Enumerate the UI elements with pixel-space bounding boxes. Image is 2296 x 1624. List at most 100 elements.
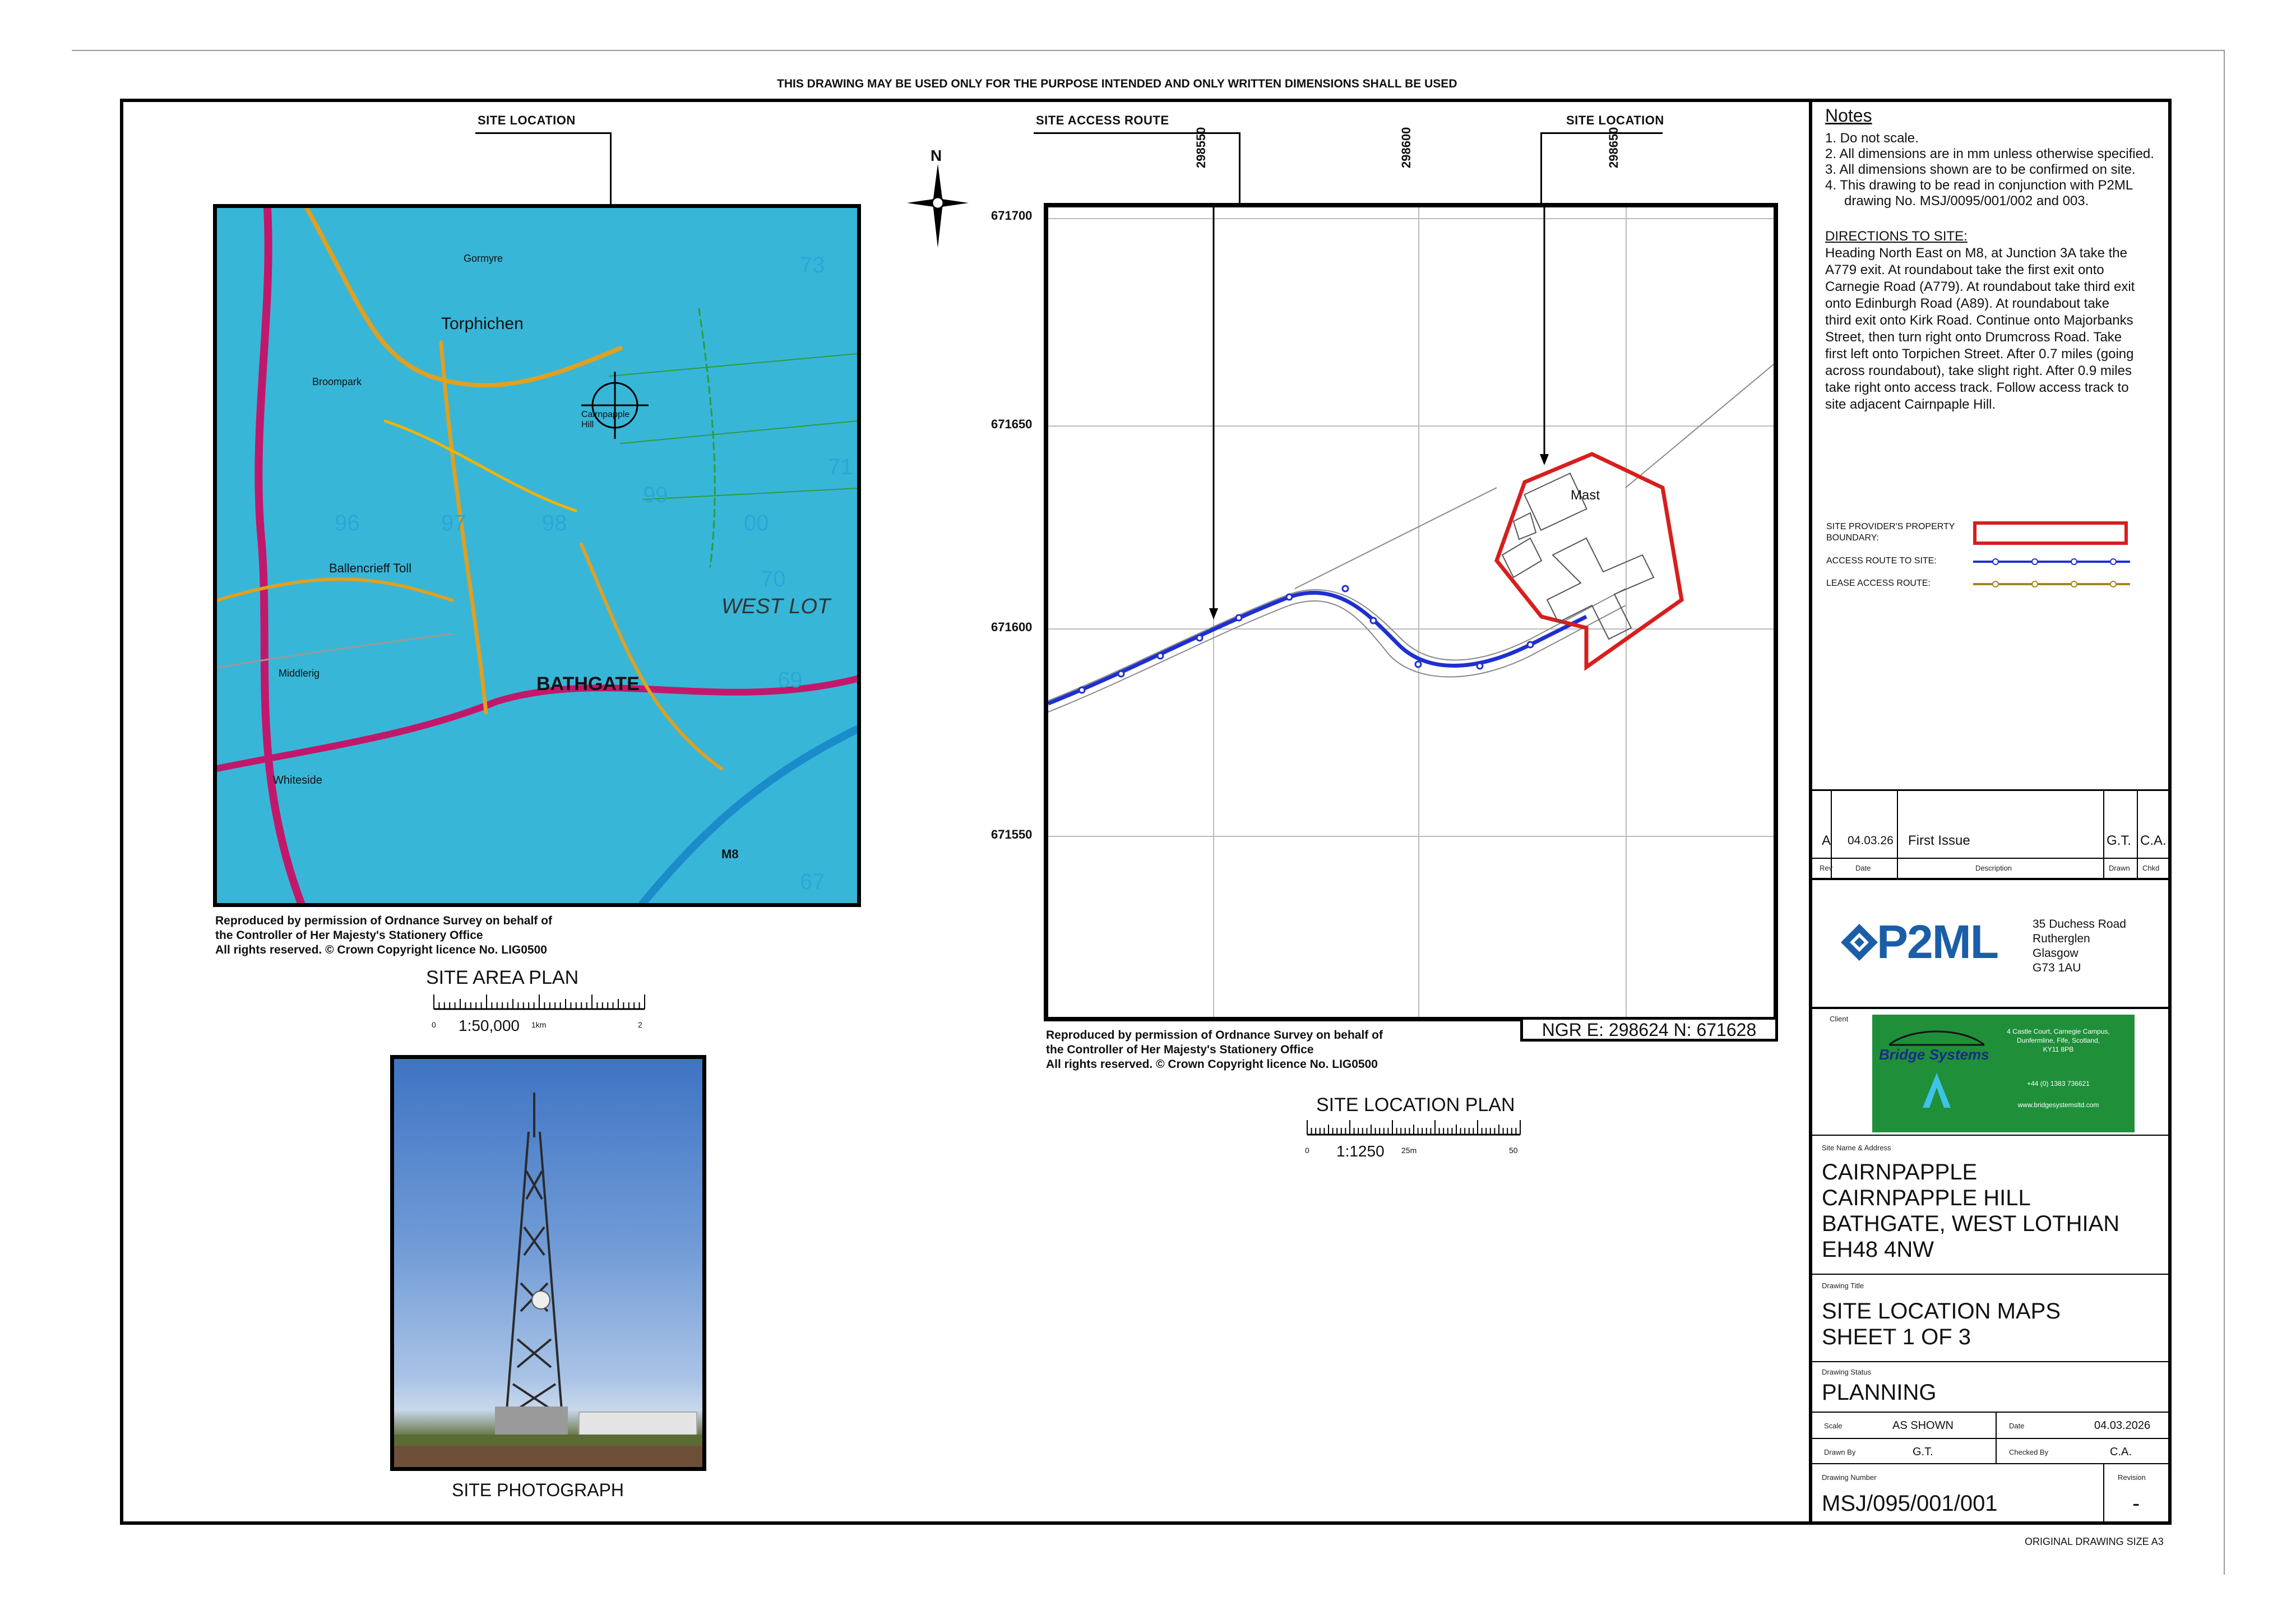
map-label-broompark: Broompark <box>312 376 362 387</box>
legend-boundary-swatch <box>1973 521 2128 545</box>
location-scale-tick-50: 50 <box>1509 1146 1518 1155</box>
location-copyright: Reproduced by permission of Ordnance Sur… <box>1046 1028 1383 1072</box>
scale-label: Scale <box>1824 1422 1843 1430</box>
client-phone: +44 (0) 1383 736621 <box>2027 1080 2090 1088</box>
site-leader-arrow <box>1540 454 1549 465</box>
northing-671550: 671550 <box>991 827 1033 841</box>
status-divider <box>1811 1412 2172 1413</box>
map-label-whiteside: Whiteside <box>273 774 322 786</box>
site-address: CAIRNPAPPLE CAIRNPAPPLE HILL BATHGATE, W… <box>1822 1159 2119 1262</box>
bridge-icon <box>1889 1030 1984 1046</box>
legend-lease-swatch <box>1973 581 2130 587</box>
rev-col-3 <box>2103 789 2104 879</box>
note-2: 2. All dimensions are in mm unless other… <box>1825 146 2154 161</box>
client-label: Client <box>1830 1015 1849 1023</box>
easting-298650: 298650 <box>1607 127 1621 168</box>
company-address-line-2: Rutherglen <box>2033 932 2090 945</box>
ngr-box: NGR E: 298624 N: 671628 <box>1520 1017 1778 1042</box>
legend-access-label: ACCESS ROUTE TO SITE: <box>1826 556 1937 566</box>
rev-value: A <box>1822 833 1831 848</box>
area-scale-ratio: 1:50,000 <box>459 1017 520 1034</box>
drawn-by-value: G.T. <box>1913 1446 1933 1458</box>
site-callout-label: SITE LOCATION <box>1566 113 1664 127</box>
mast-label: Mast <box>1571 488 1600 503</box>
site-line-3: BATHGATE, WEST LOTHIAN <box>1822 1211 2120 1236</box>
road-bishopbrae <box>383 419 577 512</box>
number-col-divider <box>2103 1463 2104 1525</box>
rev-drawn-header: Drawn <box>2109 864 2130 872</box>
map-label-gormyre: Gormyre <box>464 253 503 264</box>
drawing-title-line-2: SHEET 1 OF 3 <box>1822 1325 1971 1349</box>
date-label: Date <box>2009 1422 2025 1430</box>
area-copyright-line-2: the Controller of Her Majesty's Statione… <box>215 929 483 942</box>
title-divider <box>1811 1361 2172 1362</box>
site-location-plan-map: Mast <box>1044 203 1778 1021</box>
date-value: 04.03.2026 <box>2094 1419 2151 1432</box>
os-map-50000: Torphichen BATHGATE WEST LOT Cairnpapple… <box>213 204 861 907</box>
mast-illustration <box>394 1093 702 1467</box>
grid-67: 67 <box>800 869 825 894</box>
track-edges <box>1048 364 1774 712</box>
map-label-cairnpapple: Cairnpapple Hill <box>581 410 630 429</box>
northing-671600: 671600 <box>991 620 1033 634</box>
revision-value: - <box>2132 1491 2140 1516</box>
scale-value: AS SHOWN <box>1892 1419 1954 1432</box>
legend-boundary-label: SITE PROVIDER'S PROPERTY BOUNDARY: <box>1826 522 1955 543</box>
easting-298550: 298550 <box>1194 127 1208 168</box>
rev-header: Rev <box>1820 864 1833 872</box>
rev-date-value: 04.03.26 <box>1848 834 1894 847</box>
grid-69: 69 <box>777 668 803 692</box>
revision-label: Revision <box>2118 1473 2146 1482</box>
company-address-line-3: Glasgow <box>2033 947 2079 960</box>
grid-71: 71 <box>828 455 853 479</box>
note-4: 4. This drawing to be read in conjunctio… <box>1825 178 2133 209</box>
map-label-west-lothian: WEST LOT <box>721 595 831 618</box>
disclaimer: THIS DRAWING MAY BE USED ONLY FOR THE PU… <box>777 77 1457 90</box>
location-scale-bar <box>1307 1120 1521 1136</box>
drawing-status-label: Drawing Status <box>1822 1368 1872 1376</box>
notes-panel: Notes 1. Do not scale. 2. All dimensions… <box>1825 105 2161 413</box>
drawing-number-value: MSJ/095/001/001 <box>1822 1491 1998 1516</box>
rev-date-header: Date <box>1855 864 1871 872</box>
client-address-line-1: 4 Castle Court, Carnegie Campus, <box>2007 1028 2110 1035</box>
site-address-label: Site Name & Address <box>1822 1144 1891 1152</box>
location-scale-tick-0: 0 <box>1305 1146 1309 1155</box>
map-label-torphichen: Torphichen <box>441 314 524 333</box>
drawing-number-label: Drawing Number <box>1822 1473 1877 1482</box>
company-divider <box>1811 1007 2172 1009</box>
title-block-divider <box>1809 99 1812 1525</box>
rev-col-4 <box>2137 789 2138 879</box>
northing-671700: 671700 <box>991 209 1033 223</box>
grid-73: 73 <box>800 253 825 277</box>
drawing-status-value: PLANNING <box>1822 1380 1937 1405</box>
legend-lease-label: LEASE ACCESS ROUTE: <box>1826 579 1931 588</box>
grid-96: 96 <box>335 511 360 535</box>
company-address-line-4: G73 1AU <box>2033 961 2081 974</box>
company-address-line-1: 35 Duchess Road <box>2033 918 2126 931</box>
sheet-top-edge <box>72 50 2224 51</box>
area-copyright: Reproduced by permission of Ordnance Sur… <box>215 914 552 957</box>
client-divider <box>1811 1135 2172 1136</box>
north-label: N <box>931 147 942 164</box>
company-address: 35 Duchess Road Rutherglen Glasgow G73 1… <box>2033 917 2126 975</box>
location-scale-ratio: 1:1250 <box>1336 1142 1385 1160</box>
client-name: Bridge Systems <box>1879 1046 1989 1063</box>
checked-by-value: C.A. <box>2110 1446 2132 1458</box>
rev-drawn-value: G.T. <box>2107 833 2132 848</box>
drawing-title-label: Drawing Title <box>1822 1281 1864 1290</box>
map-label-middlerig: Middlerig <box>279 668 320 679</box>
access-callout-underline <box>1034 132 1240 134</box>
grid-70: 70 <box>761 567 786 591</box>
client-mast-icon <box>1923 1073 1951 1108</box>
rev-description-header: Description <box>1975 864 2012 872</box>
north-arrow-icon <box>907 164 969 248</box>
map-label-ballencrieff: Ballencrieff Toll <box>329 561 412 575</box>
rev-description-value: First Issue <box>1908 833 1970 848</box>
notes-heading: Notes <box>1825 105 1872 126</box>
b-road-north <box>304 208 623 388</box>
location-copyright-line-1: Reproduced by permission of Ordnance Sur… <box>1046 1029 1383 1042</box>
os-map-overlay <box>217 208 857 903</box>
area-callout-underline <box>475 132 611 134</box>
grid-99: 99 <box>643 483 668 507</box>
location-plan-drawing <box>1048 207 1774 1017</box>
